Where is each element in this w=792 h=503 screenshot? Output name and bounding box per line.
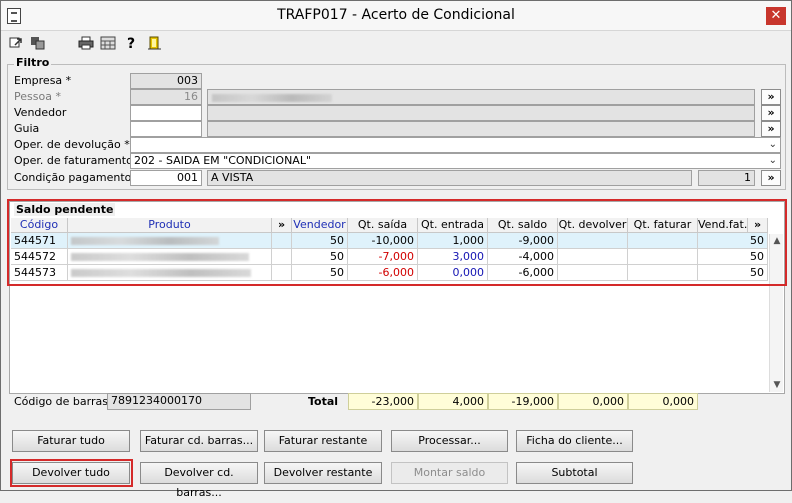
vendedor-label: Vendedor — [14, 106, 67, 119]
condicao-pagamento-label: Condição pagamento * — [14, 171, 141, 184]
faturar-tudo-button[interactable]: Faturar tudo — [12, 430, 130, 452]
oper-devolucao-label: Oper. de devolução * — [14, 138, 130, 151]
barcode-field[interactable]: 7891234000170 — [107, 393, 251, 410]
vendedor-lookup-button[interactable]: » — [761, 105, 781, 121]
montar-saldo-button: Montar saldo — [391, 462, 508, 484]
pessoa-name-field — [207, 89, 755, 105]
devolver-restante-button[interactable]: Devolver restante — [264, 462, 382, 484]
oper-faturamento-label: Oper. de faturamento * — [14, 154, 142, 167]
oper-faturamento-value: 202 - SAIDA EM "CONDICIONAL" — [134, 154, 312, 167]
condicao-parcelas-field: 1 — [698, 170, 755, 186]
pessoa-field[interactable]: 16 — [130, 89, 202, 105]
window-title: TRAFP017 - Acerto de Condicional — [277, 7, 515, 23]
guia-field[interactable] — [130, 121, 202, 137]
pessoa-lookup-button[interactable]: » — [761, 89, 781, 105]
highlight-devolver-tudo-box — [10, 459, 133, 487]
vendedor-name-field — [207, 105, 755, 121]
exit-door-icon[interactable] — [146, 36, 164, 52]
condicao-code-field[interactable]: 001 — [130, 170, 202, 186]
total-qt-faturar: 0,000 — [628, 393, 698, 410]
title-bar[interactable]: TRAFP017 - Acerto de Condicional ✕ — [1, 1, 791, 31]
copy-icon[interactable] — [29, 36, 47, 52]
close-button[interactable]: ✕ — [766, 7, 786, 25]
chevron-down-icon: ⌄ — [768, 155, 777, 166]
back-icon[interactable] — [7, 36, 25, 52]
main-window: TRAFP017 - Acerto de Condicional ✕ ? Fil… — [0, 0, 792, 499]
calculator-icon[interactable] — [99, 36, 117, 52]
vendedor-field[interactable] — [130, 105, 202, 121]
devolver-cd-barras-button[interactable]: Devolver cd. barras... — [140, 462, 258, 499]
total-qt-saldo: -19,000 — [488, 393, 558, 410]
subtotal-button[interactable]: Subtotal — [516, 462, 633, 484]
highlight-grid-box — [7, 199, 787, 286]
barcode-label: Código de barras — [14, 395, 108, 408]
chevron-down-icon: ⌄ — [768, 139, 777, 150]
redacted-name — [212, 94, 332, 102]
processar-button[interactable]: Processar... — [391, 430, 508, 452]
total-qt-devolver: 0,000 — [558, 393, 628, 410]
filter-group-title: Filtro — [14, 56, 52, 69]
condicao-lookup-button[interactable]: » — [761, 170, 781, 186]
faturar-restante-button[interactable]: Faturar restante — [264, 430, 382, 452]
empresa-label: Empresa * — [14, 74, 72, 87]
guia-lookup-button[interactable]: » — [761, 121, 781, 137]
help-icon[interactable]: ? — [122, 36, 140, 52]
empresa-field[interactable]: 003 — [130, 73, 202, 89]
total-qt-entrada: 4,000 — [418, 393, 488, 410]
total-qt-saida: -23,000 — [348, 393, 418, 410]
printer-icon[interactable] — [77, 36, 95, 52]
pessoa-label: Pessoa * — [14, 90, 61, 103]
guia-name-field — [207, 121, 755, 137]
faturar-cd-barras-button[interactable]: Faturar cd. barras... — [140, 430, 258, 452]
toolbar: ? — [1, 32, 791, 56]
oper-faturamento-select[interactable]: 202 - SAIDA EM "CONDICIONAL" ⌄ — [130, 153, 781, 169]
scroll-down-icon[interactable]: ▼ — [770, 378, 784, 392]
oper-devolucao-select[interactable]: ⌄ — [130, 137, 781, 153]
total-label: Total — [308, 395, 339, 408]
ficha-cliente-button[interactable]: Ficha do cliente... — [516, 430, 633, 452]
guia-label: Guia — [14, 122, 40, 135]
condicao-desc-field: A VISTA — [207, 170, 692, 186]
